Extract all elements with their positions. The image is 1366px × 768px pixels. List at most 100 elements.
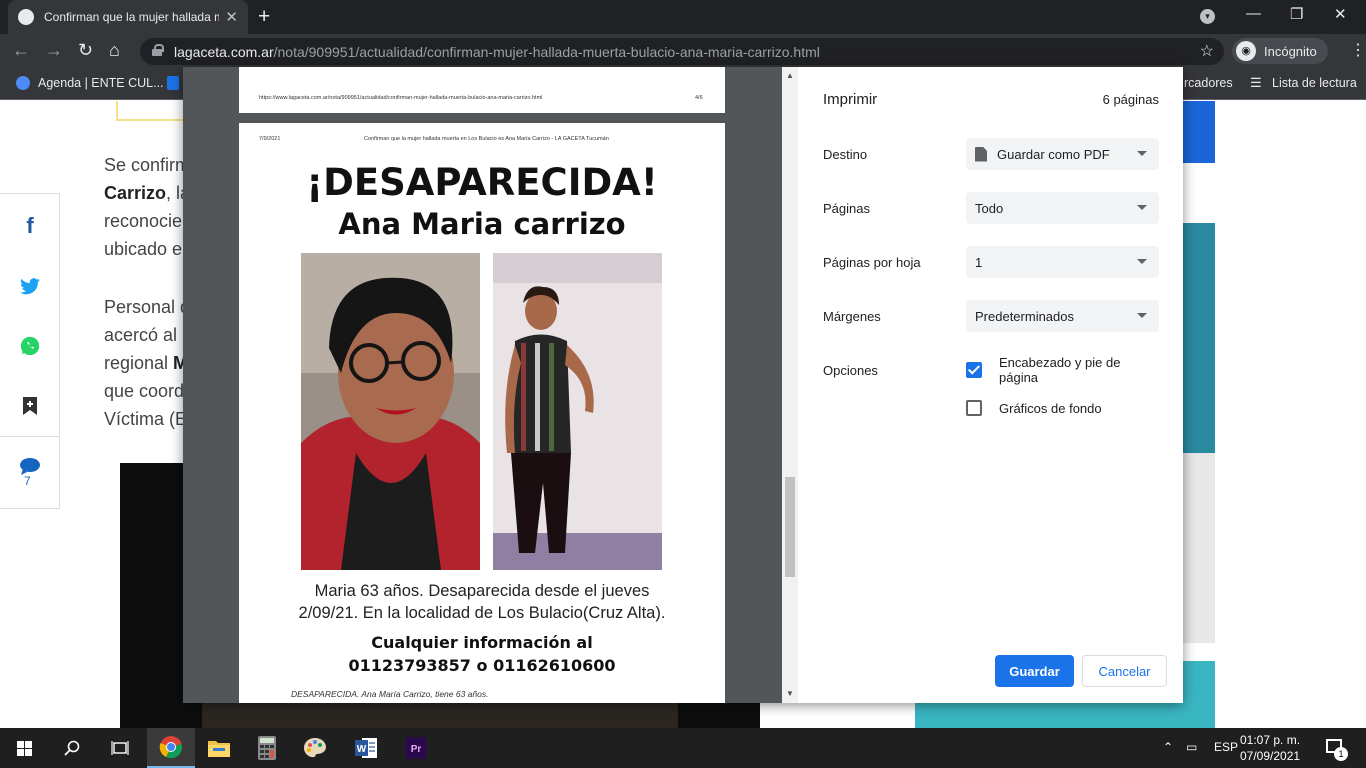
preview-page-4: https://www.lagaceta.com.ar/nota/909951/… (239, 67, 725, 113)
page-count: 6 páginas (1102, 92, 1159, 107)
taskbar-chrome[interactable] (147, 728, 195, 768)
show-hidden-icons-icon[interactable]: ⌃ (1163, 740, 1173, 754)
background-graphics-checkbox[interactable] (966, 400, 982, 416)
restore-button[interactable]: ❐ (1290, 5, 1303, 23)
chevron-down-icon (1137, 259, 1147, 264)
windows-icon (16, 740, 32, 756)
tab-strip: Confirman que la mujer hallada muerta en… (0, 0, 1366, 34)
bookmark-folder[interactable]: rcadores (1184, 76, 1233, 90)
task-view-icon (111, 741, 129, 755)
bookmark-star-icon[interactable]: ☆ (1200, 41, 1214, 61)
word-icon: W (355, 738, 377, 758)
article-line: que coord (104, 381, 185, 401)
taskbar-calculator[interactable] (243, 728, 291, 768)
lock-icon[interactable] (152, 44, 164, 56)
cancel-button[interactable]: Cancelar (1082, 655, 1167, 687)
print-settings-panel: Imprimir 6 páginas Destino Guardar como … (798, 67, 1183, 703)
chrome-icon (159, 736, 182, 759)
globe-icon (16, 76, 30, 90)
header-footer-label[interactable]: Encabezado y pie de página (999, 355, 1159, 385)
home-icon[interactable]: ⌂ (109, 40, 120, 61)
pages-per-sheet-select[interactable]: 1 (966, 246, 1159, 278)
flyer-caption-line-2: 2/09/21. En la localidad de Los Bulacio(… (298, 604, 666, 622)
divider (0, 436, 60, 437)
whatsapp-icon[interactable] (0, 316, 60, 376)
taskbar-file-explorer[interactable] (195, 728, 243, 768)
reload-icon[interactable]: ↻ (78, 40, 93, 61)
header-footer-checkbox[interactable] (966, 362, 982, 378)
ad-banner-middle[interactable] (1182, 453, 1215, 643)
options-label: Opciones (823, 363, 878, 378)
start-button[interactable] (0, 728, 48, 768)
scroll-thumb[interactable] (785, 477, 795, 577)
back-icon[interactable]: ← (12, 40, 30, 61)
svg-text:Pr: Pr (411, 744, 422, 755)
tab-title: Confirman que la mujer hallada muerta en… (44, 10, 220, 24)
print-dialog: https://www.lagaceta.com.ar/nota/909951/… (183, 67, 1183, 703)
svg-text:W: W (357, 744, 367, 755)
background-graphics-label[interactable]: Gráficos de fondo (999, 401, 1102, 416)
new-tab-button[interactable]: + (258, 5, 270, 29)
flyer-contact-line-1: Cualquier información al (371, 633, 593, 652)
ad-banner-side[interactable] (1182, 223, 1215, 453)
margins-label: Márgenes (823, 309, 881, 324)
article-line: ubicado e (104, 239, 183, 259)
reading-list[interactable]: ☰ Lista de lectura (1250, 75, 1357, 91)
incognito-icon: ◉ (1236, 41, 1256, 61)
print-title: Imprimir (823, 91, 878, 108)
page-header-date: 7/9/2021 (259, 136, 281, 142)
taskbar-premiere[interactable]: Pr (392, 728, 440, 768)
margins-select[interactable]: Predeterminados (966, 300, 1159, 332)
address-bar[interactable]: lagaceta.com.ar/nota/909951/actualidad/c… (140, 38, 1224, 65)
system-clock[interactable]: 01:07 p. m. 07/09/2021 (1240, 732, 1300, 764)
chevron-down-icon (1137, 205, 1147, 210)
taskbar-paint[interactable] (291, 728, 339, 768)
print-preview[interactable]: https://www.lagaceta.com.ar/nota/909951/… (183, 67, 798, 703)
scroll-up-icon[interactable]: ▲ (786, 71, 794, 80)
browser-menu-icon[interactable]: ⋮ (1350, 40, 1366, 60)
article-line: Personal d (104, 297, 191, 317)
page-footer-number: 4/6 (695, 95, 703, 101)
preview-scrollbar[interactable]: ▲ ▼ (782, 67, 798, 703)
facebook-icon[interactable]: f (0, 196, 60, 256)
tab-search-icon[interactable]: ▾ (1200, 9, 1215, 24)
incognito-badge[interactable]: ◉ Incógnito (1232, 38, 1328, 64)
browser-toolbar: ← → ↻ ⌂ lagaceta.com.ar/nota/909951/actu… (0, 34, 1366, 68)
save-button[interactable]: Guardar (995, 655, 1074, 687)
twitter-icon[interactable] (0, 256, 60, 316)
chevron-down-icon (1137, 313, 1147, 318)
task-view-button[interactable] (96, 728, 144, 768)
photo-footer-caption: DESAPARECIDA. Ana María Carrizo, tiene 6… (291, 689, 489, 699)
scroll-down-icon[interactable]: ▼ (786, 689, 794, 698)
reading-list-icon: ☰ (1250, 75, 1262, 90)
forward-icon[interactable]: → (45, 40, 63, 61)
calculator-icon (258, 736, 276, 760)
share-bar: f (0, 193, 60, 509)
missing-person-photo-fullbody (493, 253, 662, 570)
language-indicator[interactable]: ESP (1214, 740, 1238, 754)
trello-icon (167, 76, 179, 90)
folder-icon (208, 741, 230, 757)
pages-select[interactable]: Todo (966, 192, 1159, 224)
taskbar: W Pr ⌃ ▭ ESP 01:07 p. m. 07/09/2021 1 (0, 728, 1366, 768)
destination-select[interactable]: Guardar como PDF (966, 138, 1159, 170)
close-tab-icon[interactable]: ✕ (225, 8, 238, 26)
bookmark-agenda[interactable]: Agenda | ENTE CUL... (16, 76, 164, 90)
close-window-button[interactable]: ✕ (1334, 5, 1347, 23)
site-favicon-icon (18, 9, 34, 25)
taskbar-word[interactable]: W (342, 728, 390, 768)
notification-badge: 1 (1334, 747, 1348, 761)
browser-tab-active[interactable]: Confirman que la mujer hallada muerta en… (8, 0, 248, 34)
paint-palette-icon (304, 738, 326, 758)
missing-person-photo-closeup (301, 253, 480, 570)
ad-banner-top[interactable] (1182, 101, 1215, 163)
minimize-button[interactable]: — (1246, 5, 1261, 22)
article-line: Carrizo, la (104, 183, 191, 203)
page-header-title: Confirman que la mujer hallada muerta en… (364, 136, 609, 142)
bookmark-trello[interactable] (167, 76, 179, 90)
save-bookmark-icon[interactable] (0, 376, 60, 436)
flyer-title: ¡DESAPARECIDA! (306, 161, 658, 204)
search-button[interactable] (48, 728, 96, 768)
network-icon[interactable]: ▭ (1186, 740, 1197, 754)
comment-count[interactable]: 7 (24, 474, 31, 488)
